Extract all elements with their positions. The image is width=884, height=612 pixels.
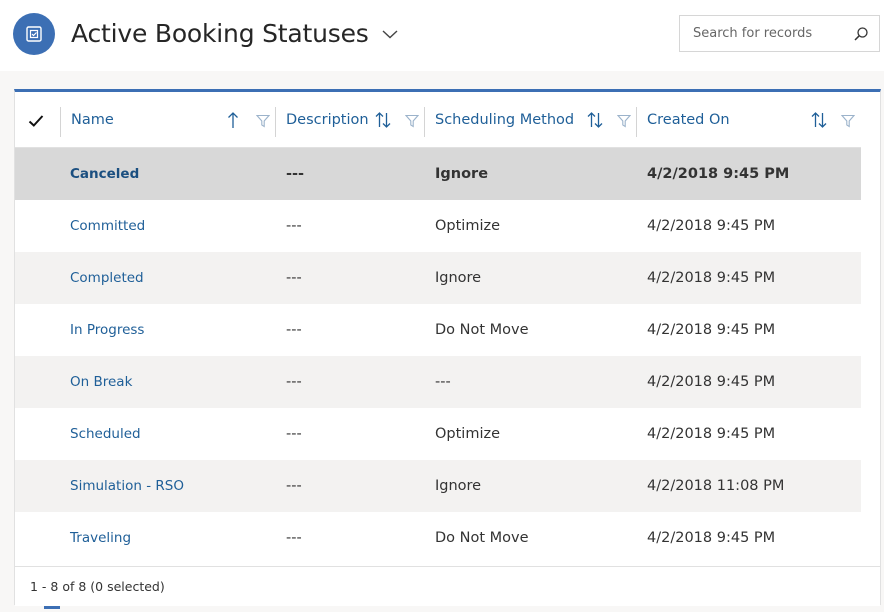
- column-header-label: Created On: [647, 112, 730, 128]
- filter-icon[interactable]: [840, 113, 856, 129]
- record-name-link[interactable]: On Break: [70, 356, 132, 408]
- column-header-created-on[interactable]: Created On: [647, 92, 817, 148]
- record-name-link[interactable]: Committed: [70, 200, 145, 252]
- scheduling-method-cell: Ignore: [435, 270, 482, 286]
- horizontal-scrollbar[interactable]: [44, 606, 60, 609]
- column-header-scheduling-method[interactable]: Scheduling Method: [435, 92, 635, 148]
- column-header-name[interactable]: Name: [71, 92, 276, 148]
- column-divider[interactable]: [275, 107, 276, 137]
- created-on-cell: 4/2/2018 11:08 PM: [647, 478, 785, 494]
- created-on-cell: 4/2/2018 9:45 PM: [647, 374, 776, 390]
- sort-ascending-icon[interactable]: [225, 111, 241, 129]
- record-name-link[interactable]: In Progress: [70, 304, 144, 356]
- sort-unsorted-icon[interactable]: [374, 111, 392, 129]
- table-row[interactable]: Simulation - RSO --- Ignore 4/2/2018 11:…: [15, 460, 861, 512]
- scheduling-method-cell: Do Not Move: [435, 530, 529, 546]
- chevron-down-icon[interactable]: [380, 24, 400, 44]
- record-name-link[interactable]: Canceled: [70, 148, 139, 200]
- created-on-cell: 4/2/2018 9:45 PM: [647, 426, 776, 442]
- booking-status-icon: [13, 13, 55, 55]
- scheduling-method-cell: Ignore: [435, 166, 489, 182]
- description-cell: ---: [286, 426, 302, 442]
- table-row[interactable]: Traveling --- Do Not Move 4/2/2018 9:45 …: [15, 512, 861, 564]
- column-divider[interactable]: [60, 107, 61, 137]
- search-box: [679, 15, 880, 52]
- description-cell: ---: [286, 270, 302, 286]
- search-input[interactable]: [680, 16, 848, 51]
- filter-icon[interactable]: [404, 113, 420, 129]
- sort-unsorted-icon[interactable]: [586, 111, 604, 129]
- table-row[interactable]: Committed --- Optimize 4/2/2018 9:45 PM: [15, 200, 861, 252]
- description-cell: ---: [286, 166, 305, 182]
- description-cell: ---: [286, 478, 302, 494]
- grid-header: Name Description Scheduling Method Creat…: [15, 92, 861, 148]
- filter-icon[interactable]: [255, 113, 271, 129]
- column-divider[interactable]: [424, 107, 425, 137]
- created-on-cell: 4/2/2018 9:45 PM: [647, 166, 790, 182]
- table-row[interactable]: Scheduled --- Optimize 4/2/2018 9:45 PM: [15, 408, 861, 460]
- scheduling-method-cell: Optimize: [435, 218, 501, 234]
- created-on-cell: 4/2/2018 9:45 PM: [647, 530, 776, 546]
- column-header-label: Name: [71, 112, 114, 128]
- created-on-cell: 4/2/2018 9:45 PM: [647, 218, 776, 234]
- scheduling-method-cell: ---: [435, 374, 451, 390]
- record-name-link[interactable]: Completed: [70, 252, 144, 304]
- table-row[interactable]: Completed --- Ignore 4/2/2018 9:45 PM: [15, 252, 861, 304]
- description-cell: ---: [286, 322, 302, 338]
- record-name-link[interactable]: Traveling: [70, 512, 131, 564]
- scheduling-method-cell: Do Not Move: [435, 322, 529, 338]
- page-title: Active Booking Statuses: [71, 19, 369, 48]
- description-cell: ---: [286, 530, 302, 546]
- created-on-cell: 4/2/2018 9:45 PM: [647, 270, 776, 286]
- column-header-label: Scheduling Method: [435, 112, 575, 128]
- sort-unsorted-icon[interactable]: [810, 111, 828, 129]
- select-all-checkmark-icon[interactable]: [26, 111, 46, 131]
- search-icon[interactable]: [851, 24, 871, 44]
- table-row[interactable]: On Break --- --- 4/2/2018 9:45 PM: [15, 356, 861, 408]
- scheduling-method-cell: Optimize: [435, 426, 501, 442]
- record-name-link[interactable]: Scheduled: [70, 408, 141, 460]
- table-row[interactable]: Canceled --- Ignore 4/2/2018 9:45 PM: [15, 148, 861, 200]
- description-cell: ---: [286, 218, 302, 234]
- table-row[interactable]: In Progress --- Do Not Move 4/2/2018 9:4…: [15, 304, 861, 356]
- created-on-cell: 4/2/2018 9:45 PM: [647, 322, 776, 338]
- column-divider[interactable]: [636, 107, 637, 137]
- column-header-label: Description: [286, 112, 369, 128]
- grid-footer: 1 - 8 of 8 (0 selected): [15, 566, 880, 606]
- page-header: Active Booking Statuses: [0, 0, 884, 71]
- record-name-link[interactable]: Simulation - RSO: [70, 460, 184, 512]
- records-grid: Name Description Scheduling Method Creat…: [14, 89, 881, 606]
- scheduling-method-cell: Ignore: [435, 478, 482, 494]
- description-cell: ---: [286, 374, 302, 390]
- record-count: 1 - 8 of 8 (0 selected): [30, 579, 165, 594]
- filter-icon[interactable]: [616, 113, 632, 129]
